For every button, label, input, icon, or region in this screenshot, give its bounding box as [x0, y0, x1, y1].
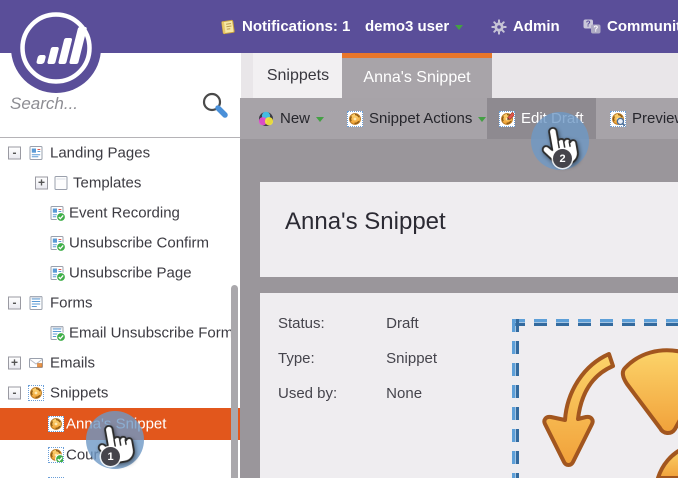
community-menu-button[interactable]: Community: [583, 0, 678, 53]
tree-item-label: Event Recording: [69, 204, 180, 222]
snippet-detail-card: Status: Draft Type: Snippet Used by: Non…: [260, 293, 678, 478]
new-button-label: New: [280, 110, 311, 127]
snippet-icon: [347, 110, 363, 127]
used-by-value: None: [386, 385, 423, 402]
dashed-selection-border-left: [512, 319, 519, 478]
dashed-selection-border-top: [512, 319, 678, 326]
approved-page-icon: [49, 205, 65, 221]
tree-item-label: Landing Pages: [50, 144, 151, 162]
approved-page-icon: [49, 235, 65, 251]
snippet-title-card: Anna's Snippet: [260, 182, 678, 277]
tree-item-label: Email Unsubscribe Form: [69, 324, 234, 342]
color-wheel-icon: [258, 111, 274, 127]
user-label: demo3 user: [365, 18, 450, 35]
tree-item-unsubscribe-page[interactable]: Unsubscribe Page: [0, 258, 240, 288]
preview-snippet-button[interactable]: Preview S: [610, 98, 678, 139]
used-by-label: Used by:: [278, 385, 338, 402]
tree-item-label: Unsubscribe Page: [69, 264, 192, 282]
preview-snippet-icon: [610, 110, 626, 127]
collapse-toggle-icon[interactable]: -: [8, 296, 21, 310]
new-button[interactable]: New: [258, 98, 325, 139]
tree-item-label: Templates: [73, 174, 142, 192]
snippet-summary-panel: Anna's Snippet Status: Draft Type: Snipp…: [240, 139, 678, 478]
type-value: Snippet: [386, 350, 438, 367]
collapse-toggle-icon[interactable]: -: [8, 146, 21, 160]
notifications-icon: [220, 19, 236, 35]
template-icon: [53, 175, 69, 191]
tree-item-partial[interactable]: [0, 470, 240, 478]
chevron-down-icon: [455, 25, 464, 30]
preview-label: Preview S: [632, 110, 678, 127]
approved-snippet-icon: [48, 447, 64, 463]
community-label: Community: [607, 18, 678, 35]
tree-item-snippets[interactable]: - Snippets: [0, 378, 240, 408]
notifications-label: Notifications: 1: [242, 18, 351, 35]
collapse-toggle-icon[interactable]: -: [8, 386, 21, 400]
snippet-preview-graphic: [542, 348, 678, 478]
tree-item-landing-pages[interactable]: - Landing Pages: [0, 138, 240, 168]
user-menu-button[interactable]: demo3 user: [365, 0, 464, 53]
status-value: Draft: [386, 315, 419, 332]
tree-item-emails[interactable]: + Emails: [0, 348, 240, 378]
expand-toggle-icon[interactable]: +: [35, 176, 48, 190]
tree-item-label: Snippets: [50, 384, 109, 402]
help-bubbles-icon: [583, 19, 601, 35]
approved-page-icon: [49, 265, 65, 281]
snippet-icon: [28, 385, 44, 401]
status-row: Status: Draft: [278, 315, 419, 332]
landing-pages-icon: [28, 145, 44, 161]
gear-icon: [491, 19, 507, 35]
search-icon[interactable]: [200, 91, 228, 119]
email-icon: [28, 355, 44, 371]
marketo-logo[interactable]: [9, 1, 103, 95]
tab-label: Anna's Snippet: [363, 69, 471, 86]
admin-label: Admin: [513, 18, 560, 35]
tree-item-label: Unsubscribe Confirm: [69, 234, 210, 252]
workspace-tab-bar: Snippets Anna's Snippet: [241, 53, 678, 98]
form-icon: [28, 295, 44, 311]
snippet-actions-label: Snippet Actions: [369, 110, 473, 127]
edit-snippet-icon: [499, 110, 515, 127]
tab-annas-snippet[interactable]: Anna's Snippet: [342, 53, 492, 98]
used-by-row: Used by: None: [278, 385, 422, 402]
search-input[interactable]: [8, 93, 192, 115]
tree-item-label: Emails: [50, 354, 96, 372]
type-row: Type: Snippet: [278, 350, 437, 367]
tree-item-unsubscribe-confirm[interactable]: Unsubscribe Confirm: [0, 228, 240, 258]
snippet-toolbar: New Snippet Actions Edit Draft Preview S: [240, 98, 678, 139]
type-label: Type:: [278, 350, 315, 367]
step-1-badge: 1: [101, 447, 120, 466]
tree-item-templates[interactable]: + Templates: [0, 168, 240, 198]
tree-item-label: Forms: [50, 294, 93, 312]
expand-toggle-icon[interactable]: +: [8, 356, 21, 370]
snippet-actions-button[interactable]: Snippet Actions: [347, 98, 487, 139]
snippet-icon: [48, 416, 64, 432]
chevron-down-icon: [478, 117, 487, 122]
status-label: Status:: [278, 315, 325, 332]
approved-form-icon: [49, 325, 65, 341]
chevron-down-icon: [316, 117, 325, 122]
tree-item-forms[interactable]: - Forms: [0, 288, 240, 318]
marketo-logo-icon: [11, 3, 101, 93]
step-2-badge: 2: [553, 149, 572, 168]
tree-item-email-unsubscribe-form[interactable]: Email Unsubscribe Form: [0, 318, 240, 348]
admin-menu-button[interactable]: Admin: [491, 0, 560, 53]
tree-item-event-recording[interactable]: Event Recording: [0, 198, 240, 228]
tab-label: Snippets: [266, 66, 330, 84]
notifications-button[interactable]: Notifications: 1: [220, 0, 350, 53]
marketo-app-window: ? ? Notifications: 1 demo3 user: [0, 0, 678, 478]
page-title: Anna's Snippet: [285, 208, 446, 235]
sidebar-scrollbar[interactable]: [231, 285, 238, 478]
tab-snippets[interactable]: Snippets: [253, 53, 343, 98]
